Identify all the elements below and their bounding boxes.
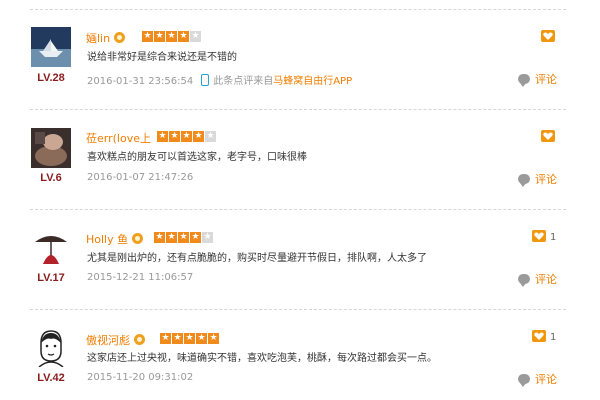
rating-stars: ★ ★ ★ ★ ★ (160, 333, 220, 344)
review-date: 2015-12-21 11:06:57 (87, 272, 194, 283)
cartoon-man-avatar-icon (31, 327, 71, 367)
user-avatar[interactable] (31, 128, 71, 168)
comment-bubble-icon (518, 274, 530, 287)
username-text: Holly 鱼 (86, 233, 129, 246)
username-text: 莅err(love上 (86, 132, 151, 145)
comment-button[interactable]: 评论 (518, 371, 557, 387)
username-text: 傲视河彪 (86, 334, 130, 347)
star-icon: ★ (208, 333, 219, 344)
username-link[interactable]: 莅err(love上 (86, 130, 151, 146)
comment-bubble-icon (518, 174, 530, 187)
heart-icon (534, 232, 544, 240)
rating-stars: ★ ★ ★ ★ ★ (157, 131, 217, 142)
username-link[interactable]: Holly 鱼 (86, 231, 144, 247)
review-date: 2016-01-07 21:47:26 (87, 172, 194, 183)
review-content: 喜欢糕点的朋友可以首选这家，老字号，口味很棒 (87, 152, 307, 163)
comment-bubble-icon (518, 374, 530, 387)
member-badge-icon (134, 334, 145, 345)
comment-label: 评论 (535, 373, 557, 386)
review-meta: 2015-11-20 09:31:02 (87, 372, 193, 383)
star-icon: ★ (172, 333, 183, 344)
heart-icon (534, 332, 544, 340)
like-count: 1 (550, 332, 557, 343)
review-content: 尤其是刚出炉的，还有点脆脆的，购买时尽量避开节假日，排队啊，人太多了 (87, 253, 427, 264)
member-badge-icon (132, 233, 144, 244)
star-icon: ★ (166, 232, 177, 243)
hands-avatar-icon (31, 128, 71, 168)
star-icon: ★ (157, 131, 168, 142)
star-icon: ★ (193, 131, 204, 142)
heart-icon (543, 132, 553, 140)
star-icon: ★ (196, 333, 207, 344)
star-icon: ★ (160, 333, 171, 344)
like-count: 1 (550, 232, 557, 243)
user-avatar[interactable] (31, 228, 71, 268)
star-icon: ★ (184, 333, 195, 344)
review-divider (30, 109, 566, 110)
parasol-figure-avatar-icon (31, 228, 71, 268)
user-level: LV.17 (37, 272, 65, 284)
review-divider (30, 309, 566, 310)
review-content: 这家店还上过央视，味道确实不错，喜欢吃泡芙，桃酥，每次路过都会买一点。 (87, 353, 437, 364)
comment-button[interactable]: 评论 (518, 271, 557, 287)
like-button[interactable] (541, 130, 555, 142)
review-divider (30, 209, 566, 210)
star-icon: ★ (181, 131, 192, 142)
comment-label: 评论 (535, 273, 557, 286)
review-item: LV.42 傲视河彪 ★ ★ ★ ★ ★ 这家店还上过央视，味道确实不错，喜欢吃泡芙，桃… (0, 0, 600, 387)
review-meta: 2015-12-21 11:06:57 (87, 272, 193, 283)
user-avatar[interactable] (31, 327, 71, 367)
user-level: LV.42 (37, 372, 65, 384)
star-icon: ★ (169, 131, 180, 142)
comment-label: 评论 (535, 173, 557, 186)
star-icon: ★ (154, 232, 165, 243)
review-date: 2015-11-20 09:31:02 (87, 372, 194, 383)
star-empty-icon: ★ (205, 131, 216, 142)
comment-button[interactable]: 评论 (518, 171, 557, 187)
rating-stars: ★ ★ ★ ★ ★ (154, 232, 214, 243)
review-meta: 2016-01-07 21:47:26 (87, 172, 193, 183)
star-icon: ★ (178, 232, 189, 243)
like-button[interactable] (532, 230, 546, 242)
star-empty-icon: ★ (202, 232, 213, 243)
username-link[interactable]: 傲视河彪 (86, 332, 145, 348)
star-icon: ★ (190, 232, 201, 243)
like-button[interactable] (532, 330, 546, 342)
user-level: LV.6 (40, 172, 62, 184)
